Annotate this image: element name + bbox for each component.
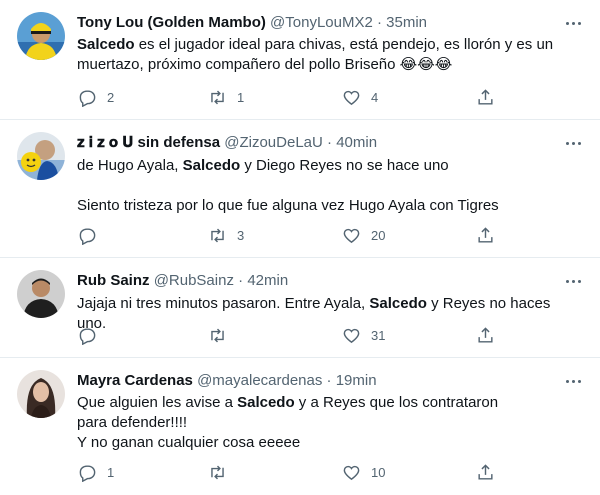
avatar[interactable] (17, 270, 65, 318)
heart-icon (343, 465, 360, 480)
tweet[interactable]: Mayra Cardenas @mayalecardenas · 19min Q… (0, 358, 600, 495)
more-icon[interactable] (562, 15, 584, 31)
reply-button[interactable]: 1 (78, 461, 114, 483)
tweet-actions: 1 10 (72, 461, 512, 483)
heart-icon (343, 228, 360, 243)
tweet-actions: 3 20 (72, 224, 512, 246)
retweet-button[interactable]: 1 (208, 86, 244, 108)
separator-dot: · (326, 372, 332, 389)
like-count: 10 (371, 464, 386, 480)
separator-dot: · (377, 14, 382, 31)
tweet-text-part: Y no ganan cualquier cosa eeeee (77, 434, 301, 451)
tweet-text-part: Que alguien les avise a (77, 394, 238, 411)
like-button[interactable]: 31 (342, 324, 385, 346)
like-button[interactable]: 10 (342, 461, 385, 483)
highlight-keyword: Salcedo (77, 36, 135, 53)
reply-icon (79, 227, 96, 245)
reply-icon (79, 464, 96, 482)
timestamp[interactable]: 19min (336, 372, 377, 389)
display-name[interactable]: 𝐳 𝐢 𝐳 𝐨 𝐔 sin defensa (77, 134, 220, 151)
tweet-text-part: Jajaja ni tres minutos pasaron. Entre Ay… (77, 295, 370, 312)
retweet-button[interactable] (208, 324, 237, 346)
timestamp[interactable]: 40min (336, 134, 377, 151)
avatar[interactable] (17, 370, 65, 418)
separator-dot: · (238, 272, 244, 289)
tweet-header: 𝐳 𝐢 𝐳 𝐨 𝐔 sin defensa @ZizouDeLaU · 40mi… (77, 133, 560, 153)
tweet-text: de Hugo Ayala, Salcedo y Diego Reyes no … (77, 156, 576, 216)
like-count: 31 (371, 327, 386, 343)
tweet[interactable]: 𝐳 𝐢 𝐳 𝐨 𝐔 sin defensa @ZizouDeLaU · 40mi… (0, 120, 600, 258)
tweet-text-part: de Hugo Ayala, (77, 157, 183, 174)
display-name[interactable]: Tony Lou (Golden Mambo) (77, 14, 266, 31)
heart-icon (343, 90, 360, 105)
display-name[interactable]: Mayra Cardenas (77, 372, 193, 389)
avatar[interactable] (17, 12, 65, 60)
reply-count: 2 (107, 89, 115, 105)
retweet-icon (211, 228, 224, 242)
retweet-icon (211, 465, 224, 479)
like-count: 4 (371, 89, 379, 105)
user-handle[interactable]: @TonyLouMX2 (270, 14, 373, 31)
share-button[interactable] (476, 324, 495, 346)
more-icon[interactable] (562, 135, 584, 151)
like-button[interactable]: 4 (342, 86, 378, 108)
user-handle[interactable]: @ZizouDeLaU (224, 134, 323, 151)
tweet-feed: Tony Lou (Golden Mambo) @TonyLouMX2 · 35… (0, 0, 600, 495)
share-button[interactable] (476, 86, 495, 108)
reply-button[interactable]: 2 (78, 86, 114, 108)
share-icon (478, 326, 493, 343)
more-icon[interactable] (562, 273, 584, 289)
user-handle[interactable]: @RubSainz (154, 272, 234, 289)
tweet-actions: 31 (72, 324, 512, 346)
tweet-text: Que alguien les avise a Salcedo y a Reye… (77, 393, 510, 453)
more-icon[interactable] (562, 373, 584, 389)
tweet-header: Tony Lou (Golden Mambo) @TonyLouMX2 · 35… (77, 13, 560, 33)
tweet-text-part: y Diego Reyes no se hace uno (240, 157, 449, 174)
tweet[interactable]: Tony Lou (Golden Mambo) @TonyLouMX2 · 35… (0, 0, 600, 120)
retweet-button[interactable] (208, 461, 237, 483)
like-count: 20 (371, 227, 386, 243)
separator-dot: · (327, 134, 333, 151)
highlight-keyword: Salcedo (237, 394, 295, 411)
retweet-count: 1 (237, 89, 245, 105)
retweet-icon (211, 328, 224, 342)
timestamp[interactable]: 42min (247, 272, 288, 289)
retweet-count: 3 (237, 227, 245, 243)
reply-icon (79, 89, 96, 107)
reply-count: 1 (107, 464, 115, 480)
share-button[interactable] (476, 461, 495, 483)
retweet-icon (211, 90, 224, 104)
share-icon (478, 463, 493, 480)
highlight-keyword: Salcedo (182, 157, 241, 174)
like-button[interactable]: 20 (342, 224, 385, 246)
tweet-text-part: Siento tristeza por lo que fue alguna ve… (77, 197, 499, 214)
tweet-actions: 2 1 4 (72, 86, 512, 108)
display-name[interactable]: Rub Sainz (77, 272, 150, 289)
user-handle[interactable]: @mayalecardenas (197, 372, 322, 389)
tweet-text: Salcedo es el jugador ideal para chivas,… (77, 35, 576, 75)
tweet[interactable]: Rub Sainz @RubSainz · 42min Jajaja ni tr… (0, 258, 600, 358)
share-icon (478, 88, 493, 105)
heart-icon (343, 328, 360, 343)
avatar[interactable] (17, 132, 65, 180)
reply-icon (79, 327, 96, 345)
share-icon (478, 226, 493, 243)
timestamp[interactable]: 35min (386, 14, 427, 31)
highlight-keyword: Salcedo (369, 295, 427, 312)
reply-button[interactable] (78, 324, 107, 346)
tweet-header: Mayra Cardenas @mayalecardenas · 19min (77, 371, 560, 391)
tweet-text-part: es el jugador ideal para chivas, está pe… (77, 36, 554, 73)
share-button[interactable] (476, 224, 495, 246)
retweet-button[interactable]: 3 (208, 224, 244, 246)
tweet-header: Rub Sainz @RubSainz · 42min (77, 271, 560, 291)
reply-button[interactable] (78, 224, 107, 246)
